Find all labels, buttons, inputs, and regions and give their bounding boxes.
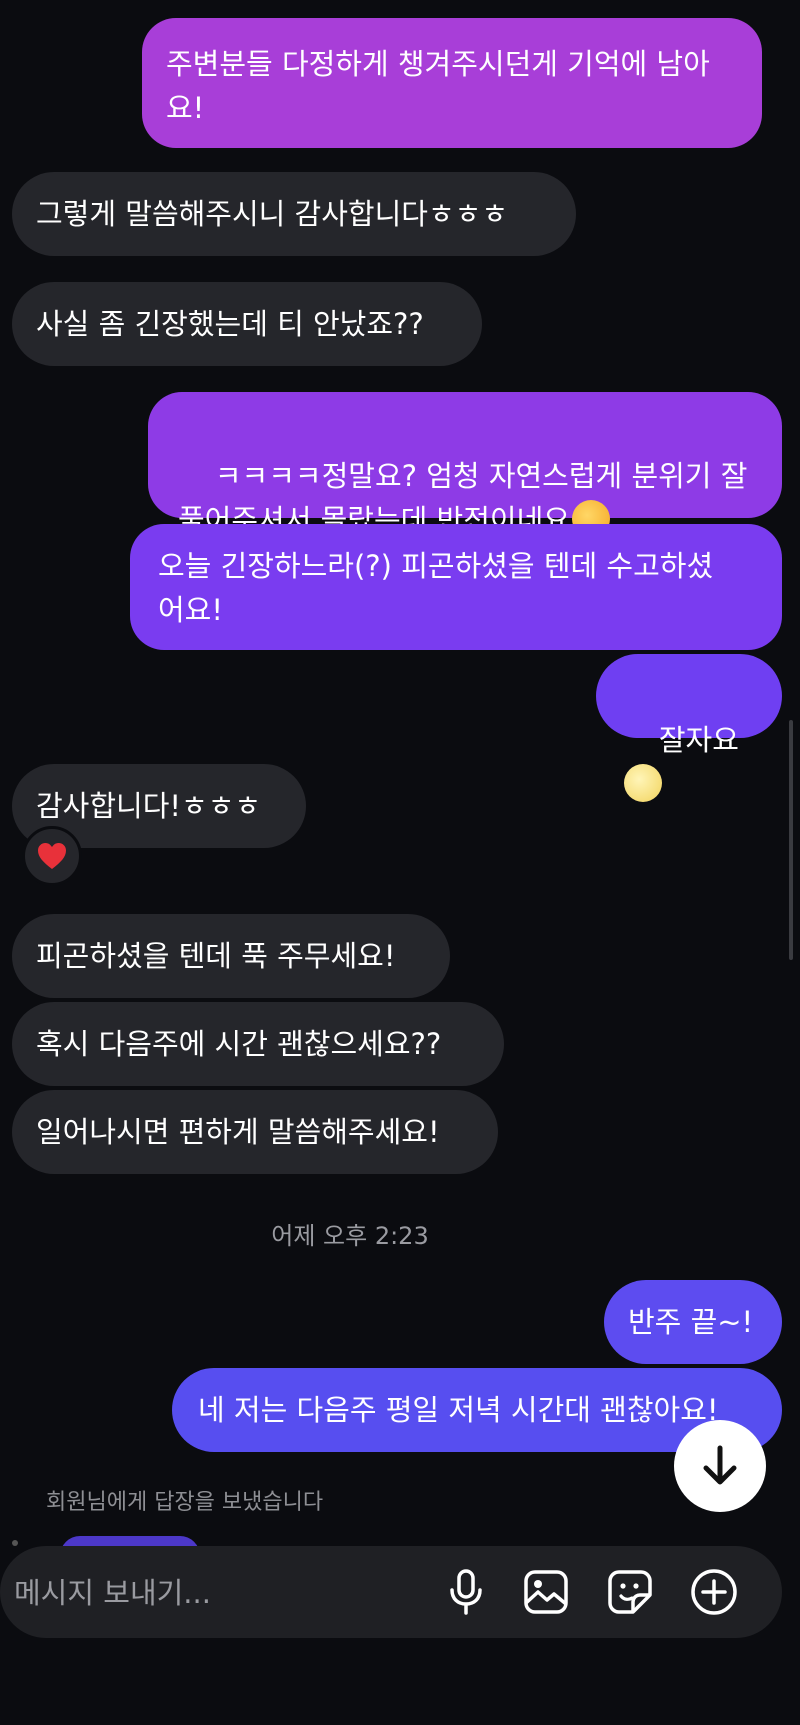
message-outgoing[interactable]: 주변분들 다정하게 챙겨주시던게 기억에 남아 요!: [142, 18, 762, 148]
message-outgoing[interactable]: 반주 끝~!: [604, 1280, 782, 1364]
message-incoming[interactable]: 사실 좀 긴장했는데 티 안났죠??: [12, 282, 482, 366]
message-incoming[interactable]: 혹시 다음주에 시간 괜찮으세요??: [12, 1002, 504, 1086]
image-icon: [524, 1570, 568, 1614]
message-outgoing[interactable]: 잘자요: [596, 654, 782, 802]
scroll-to-bottom-button[interactable]: [674, 1420, 766, 1512]
voice-button[interactable]: [438, 1564, 494, 1620]
sticker-icon: [608, 1570, 652, 1614]
heart-icon: [38, 843, 66, 869]
more-options-button[interactable]: [686, 1564, 742, 1620]
moon-face-emoji-icon: [624, 764, 662, 802]
message-incoming[interactable]: 그렇게 말씀해주시니 감사합니다ㅎㅎㅎ: [12, 172, 576, 256]
microphone-icon: [450, 1569, 482, 1615]
message-input[interactable]: [12, 1572, 416, 1614]
message-text: 잘자요: [658, 723, 739, 757]
scrollbar[interactable]: [789, 720, 793, 960]
message-outgoing[interactable]: ㅋㅋㅋㅋ정말요? 엄청 자연스럽게 분위기 잘 풀어주셔서 몰랐는데 반전이네요: [148, 392, 782, 538]
message-incoming[interactable]: 피곤하셨을 텐데 푹 주무세요!: [12, 914, 450, 998]
chat-screen: 주변분들 다정하게 챙겨주시던게 기억에 남아 요! 그렇게 말씀해주시니 감사…: [0, 0, 800, 1725]
message-composer: [0, 1546, 782, 1638]
sticker-button[interactable]: [602, 1564, 658, 1620]
divider: [12, 1540, 18, 1546]
message-reaction[interactable]: [22, 826, 82, 886]
message-incoming[interactable]: 일어나시면 편하게 말씀해주세요!: [12, 1090, 498, 1174]
plus-circle-icon: [691, 1569, 737, 1615]
timestamp: 어제 오후 2:23: [271, 1222, 429, 1250]
arrow-down-icon: [703, 1445, 737, 1485]
reply-status: 회원님에게 답장을 보냈습니다: [46, 1490, 324, 1515]
gallery-button[interactable]: [518, 1564, 574, 1620]
message-outgoing[interactable]: 오늘 긴장하느라(?) 피곤하셨을 텐데 수고하셨 어요!: [130, 524, 782, 650]
